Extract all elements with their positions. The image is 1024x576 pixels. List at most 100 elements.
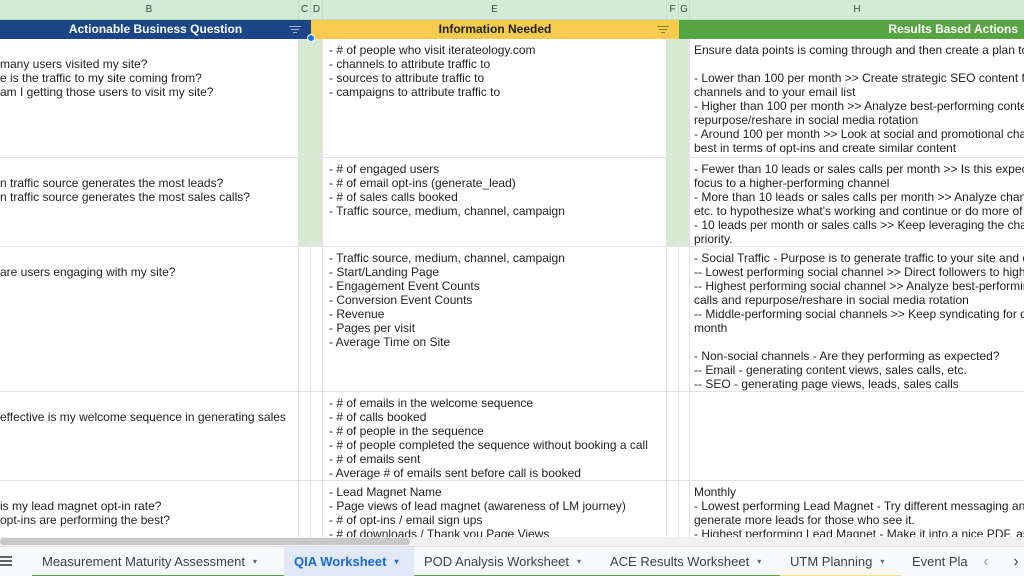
column-d-cell[interactable] — [311, 481, 323, 537]
column-d-cell[interactable] — [311, 39, 323, 157]
spreadsheet-grid: many users visited my site? e is the traf… — [0, 39, 1024, 537]
column-header-c[interactable]: C — [299, 0, 311, 20]
actions-cell[interactable]: Ensure data points is coming through and… — [690, 39, 1024, 157]
column-c-cell[interactable] — [299, 247, 311, 391]
tab-caret-icon[interactable]: ▾ — [253, 557, 257, 566]
sheet-tab-event-planning[interactable]: Event Pla — [902, 547, 970, 576]
header-business-question[interactable]: Actionable Business Question — [0, 20, 311, 39]
column-g-cell[interactable] — [679, 481, 690, 537]
cell-line: - Lead Magnet Name — [329, 485, 442, 499]
cell-line: - Highest performing Lead Magnet - Make … — [694, 527, 1024, 537]
header-information-needed[interactable]: Information Needed — [311, 20, 679, 39]
column-f-cell[interactable] — [667, 392, 679, 480]
cell-line: opt-ins are performing the best? — [0, 513, 171, 527]
horizontal-scrollbar-thumb[interactable] — [0, 538, 410, 545]
cell-line: - # of people in the sequence — [329, 424, 484, 438]
column-header-h[interactable]: H — [690, 0, 1024, 20]
question-cell[interactable]: n traffic source generates the most lead… — [0, 158, 299, 246]
cell-line — [694, 335, 1018, 349]
cell-line: - Average Time on Site — [329, 335, 451, 349]
scroll-tabs-right-icon[interactable]: › — [1004, 547, 1024, 576]
info-cell[interactable]: - Traffic source, medium, channel, campa… — [323, 247, 667, 391]
cell-line: -- Email - generating content views, sal… — [694, 363, 967, 377]
sheet-tab-label: POD Analysis Worksheet — [424, 554, 569, 569]
question-cell[interactable]: effective is my welcome sequence in gene… — [0, 392, 299, 480]
column-c-cell[interactable] — [299, 481, 311, 537]
column-f-cell[interactable] — [667, 39, 679, 157]
cell-line: -- Lowest performing social channel >> D… — [694, 265, 1024, 279]
column-header-e[interactable]: E — [323, 0, 667, 20]
column-c-cell[interactable] — [299, 392, 311, 480]
cell-line: - More than 10 leads or sales calls per … — [694, 190, 1024, 204]
info-cell[interactable]: - # of emails in the welcome sequence - #… — [323, 392, 667, 480]
column-g-cell[interactable] — [679, 392, 690, 480]
sheet-tab-ace-results[interactable]: ACE Results Worksheet ▾ — [600, 547, 780, 576]
cell-line: effective is my welcome sequence in gene… — [0, 410, 286, 424]
sheet-tab-measurement-maturity[interactable]: Measurement Maturity Assessment ▾ — [32, 547, 284, 576]
cell-line: - Pages per visit — [329, 321, 416, 335]
sheet-tab-pod-analysis[interactable]: POD Analysis Worksheet ▾ — [414, 547, 600, 576]
cell-line: -- Middle-performing social channels >> … — [694, 307, 1024, 321]
section-header-row: Actionable Business Question Information… — [0, 20, 1024, 39]
column-f-cell[interactable] — [667, 247, 679, 391]
sheet-tab-label: UTM Planning — [790, 554, 873, 569]
column-g-cell[interactable] — [679, 158, 690, 246]
column-g-cell[interactable] — [679, 39, 690, 157]
sheet-tab-qia-worksheet[interactable]: QIA Worksheet ▾ — [284, 547, 414, 576]
sheet-tab-utm-planning[interactable]: UTM Planning ▾ — [780, 547, 902, 576]
actions-cell[interactable]: - Fewer than 10 leads or sales calls per… — [690, 158, 1024, 246]
info-cell[interactable]: - # of engaged users - # of email opt-ins… — [323, 158, 667, 246]
column-d-cell[interactable] — [311, 392, 323, 480]
column-d-cell[interactable] — [311, 158, 323, 246]
cell-line: - campaigns to attribute traffic to — [329, 85, 501, 99]
question-text: n traffic source generates the most lead… — [0, 176, 292, 204]
column-d-cell[interactable] — [311, 247, 323, 391]
info-cell[interactable]: - # of people who visit iterateology.com… — [323, 39, 667, 157]
column-c-cell[interactable] — [299, 39, 311, 157]
filter-icon[interactable] — [657, 24, 669, 34]
cell-line: - # of opt-ins / email sign ups — [329, 513, 483, 527]
column-c-cell[interactable] — [299, 158, 311, 246]
sheet-tab-label: Measurement Maturity Assessment — [42, 554, 246, 569]
column-header-f[interactable]: F — [667, 0, 679, 20]
filter-icon[interactable] — [289, 24, 301, 34]
column-header-b[interactable]: B — [0, 0, 299, 20]
header-results-actions[interactable]: Results Based Actions — [679, 20, 1024, 39]
cell-line: - # of emails sent — [329, 452, 421, 466]
column-header-g[interactable]: G — [679, 0, 690, 20]
selection-drag-handle[interactable] — [307, 34, 315, 42]
cell-line: -- SEO - generating page views, leads, s… — [694, 377, 959, 391]
question-cell[interactable]: many users visited my site? e is the traf… — [0, 39, 299, 157]
tab-caret-icon[interactable]: ▾ — [577, 557, 581, 566]
cell-line: - Average # of emails sent before call i… — [329, 466, 581, 480]
cell-line: priority. — [694, 232, 733, 246]
actions-cell[interactable]: Monthly - Lowest performing Lead Magnet -… — [690, 481, 1024, 537]
column-f-cell[interactable] — [667, 481, 679, 537]
column-g-cell[interactable] — [679, 247, 690, 391]
cell-line: calls and repurpose/reshare in social me… — [694, 293, 969, 307]
tab-caret-icon[interactable]: ▾ — [394, 557, 398, 566]
all-sheets-menu-icon[interactable] — [0, 554, 14, 568]
horizontal-scrollbar[interactable] — [0, 537, 1024, 546]
cell-line: - Traffic source, medium, channel, campa… — [329, 204, 565, 218]
column-header-d[interactable]: D — [311, 0, 323, 20]
question-text: is my lead magnet opt-in rate? opt-ins ar… — [0, 499, 292, 527]
column-f-cell[interactable] — [667, 158, 679, 246]
cell-line: - # of people completed the sequence wit… — [329, 438, 648, 452]
scroll-tabs-left-icon[interactable]: ‹ — [974, 547, 998, 576]
cell-line: - Around 100 per month >> Look at social… — [694, 127, 1024, 141]
question-cell[interactable]: are users engaging with my site? — [0, 247, 299, 391]
cell-line: - Start/Landing Page — [329, 265, 440, 279]
cell-line: - Non-social channels - Are they perform… — [694, 349, 1000, 363]
cell-line: Monthly — [694, 485, 737, 499]
cell-line: generate more leads for those who see it… — [694, 513, 915, 527]
cell-line: Ensure data points is coming through and… — [694, 43, 1024, 57]
actions-cell[interactable]: - Social Traffic - Purpose is to generat… — [690, 247, 1024, 391]
table-row: effective is my welcome sequence in gene… — [0, 392, 1024, 481]
actions-cell[interactable] — [690, 392, 1024, 480]
question-text: are users engaging with my site? — [0, 265, 292, 279]
question-cell[interactable]: is my lead magnet opt-in rate? opt-ins ar… — [0, 481, 299, 537]
info-cell[interactable]: - Lead Magnet Name - Page views of lead m… — [323, 481, 667, 537]
tab-caret-icon[interactable]: ▾ — [757, 557, 761, 566]
tab-caret-icon[interactable]: ▾ — [880, 557, 884, 566]
